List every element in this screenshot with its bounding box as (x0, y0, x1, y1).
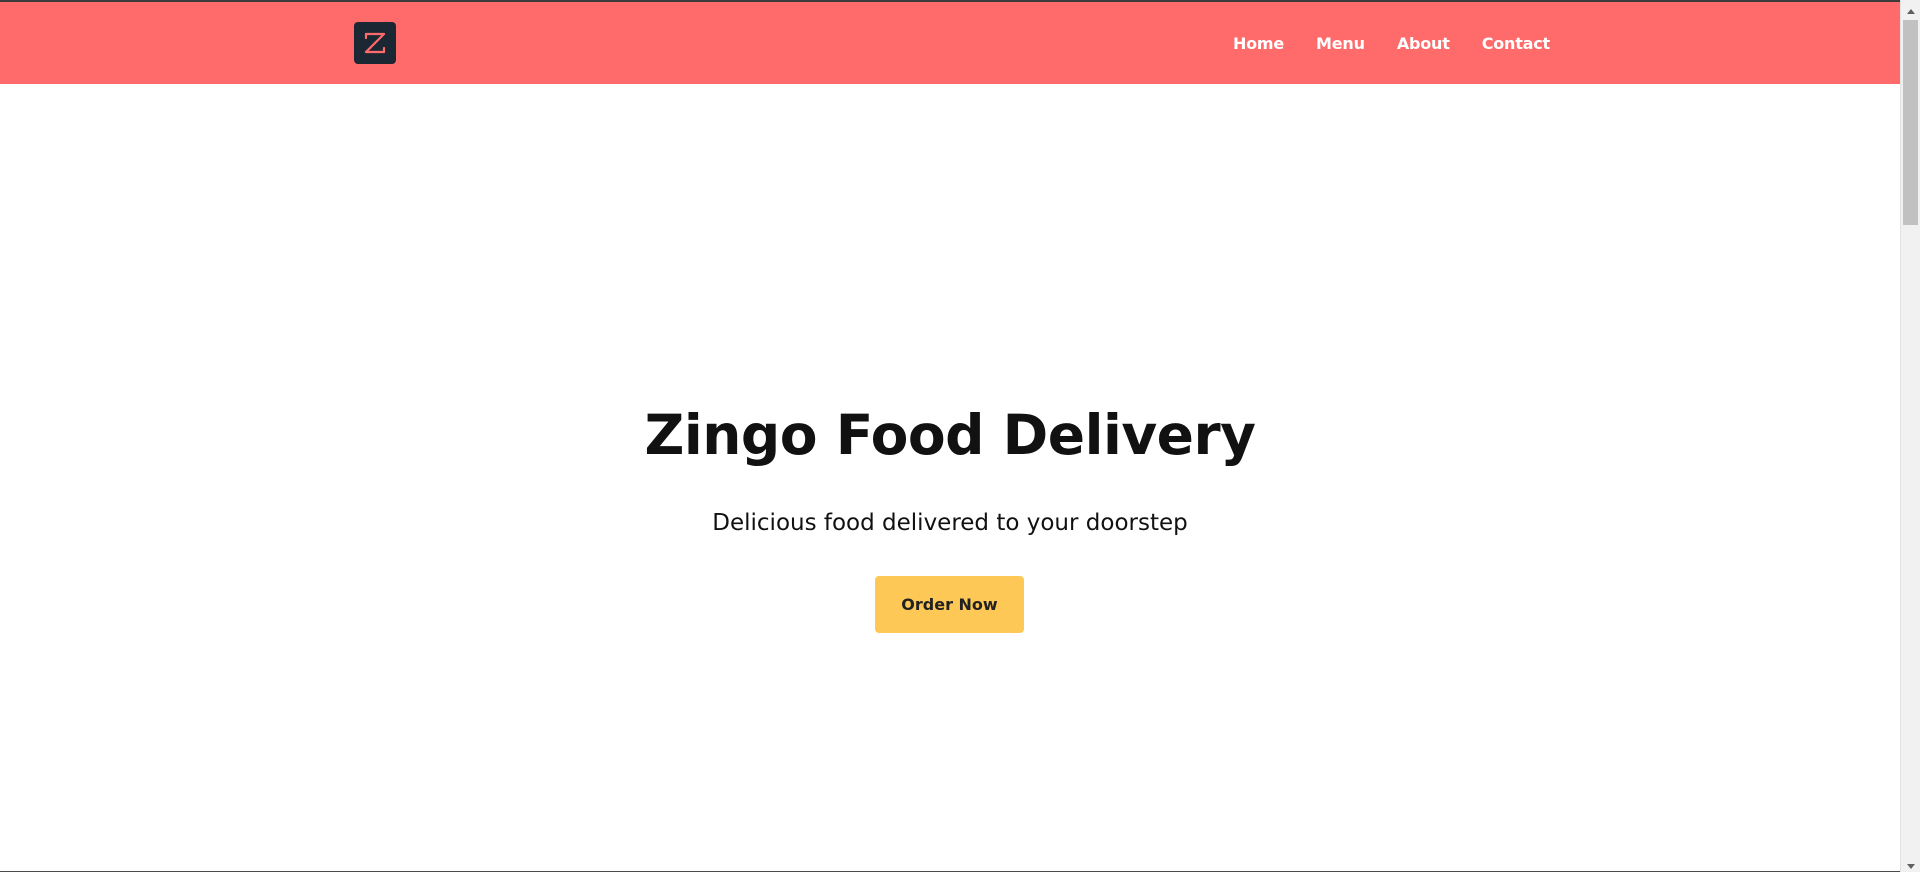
page: Home Menu About Contact Zingo Food Deliv… (0, 0, 1920, 872)
arrow-down-icon (1906, 854, 1915, 872)
navbar: Home Menu About Contact (0, 2, 1900, 84)
nav-link-contact[interactable]: Contact (1482, 34, 1551, 53)
vertical-scrollbar[interactable] (1900, 0, 1920, 872)
main-nav: Home Menu About Contact (1233, 2, 1550, 84)
logo[interactable] (354, 22, 396, 64)
scroll-down-button[interactable] (1901, 855, 1920, 872)
nav-link-about[interactable]: About (1397, 34, 1450, 53)
hero-section: Zingo Food Delivery Delicious food deliv… (0, 84, 1900, 872)
scrollbar-thumb[interactable] (1903, 20, 1918, 225)
hero-title: Zingo Food Delivery (644, 403, 1256, 467)
hero-subtitle: Delicious food delivered to your doorste… (712, 510, 1188, 536)
nav-link-menu[interactable]: Menu (1316, 34, 1365, 53)
arrow-up-icon (1906, 0, 1915, 18)
z-logo-icon (362, 30, 388, 56)
order-now-button[interactable]: Order Now (875, 576, 1024, 633)
nav-link-home[interactable]: Home (1233, 34, 1284, 53)
scroll-up-button[interactable] (1901, 0, 1920, 17)
